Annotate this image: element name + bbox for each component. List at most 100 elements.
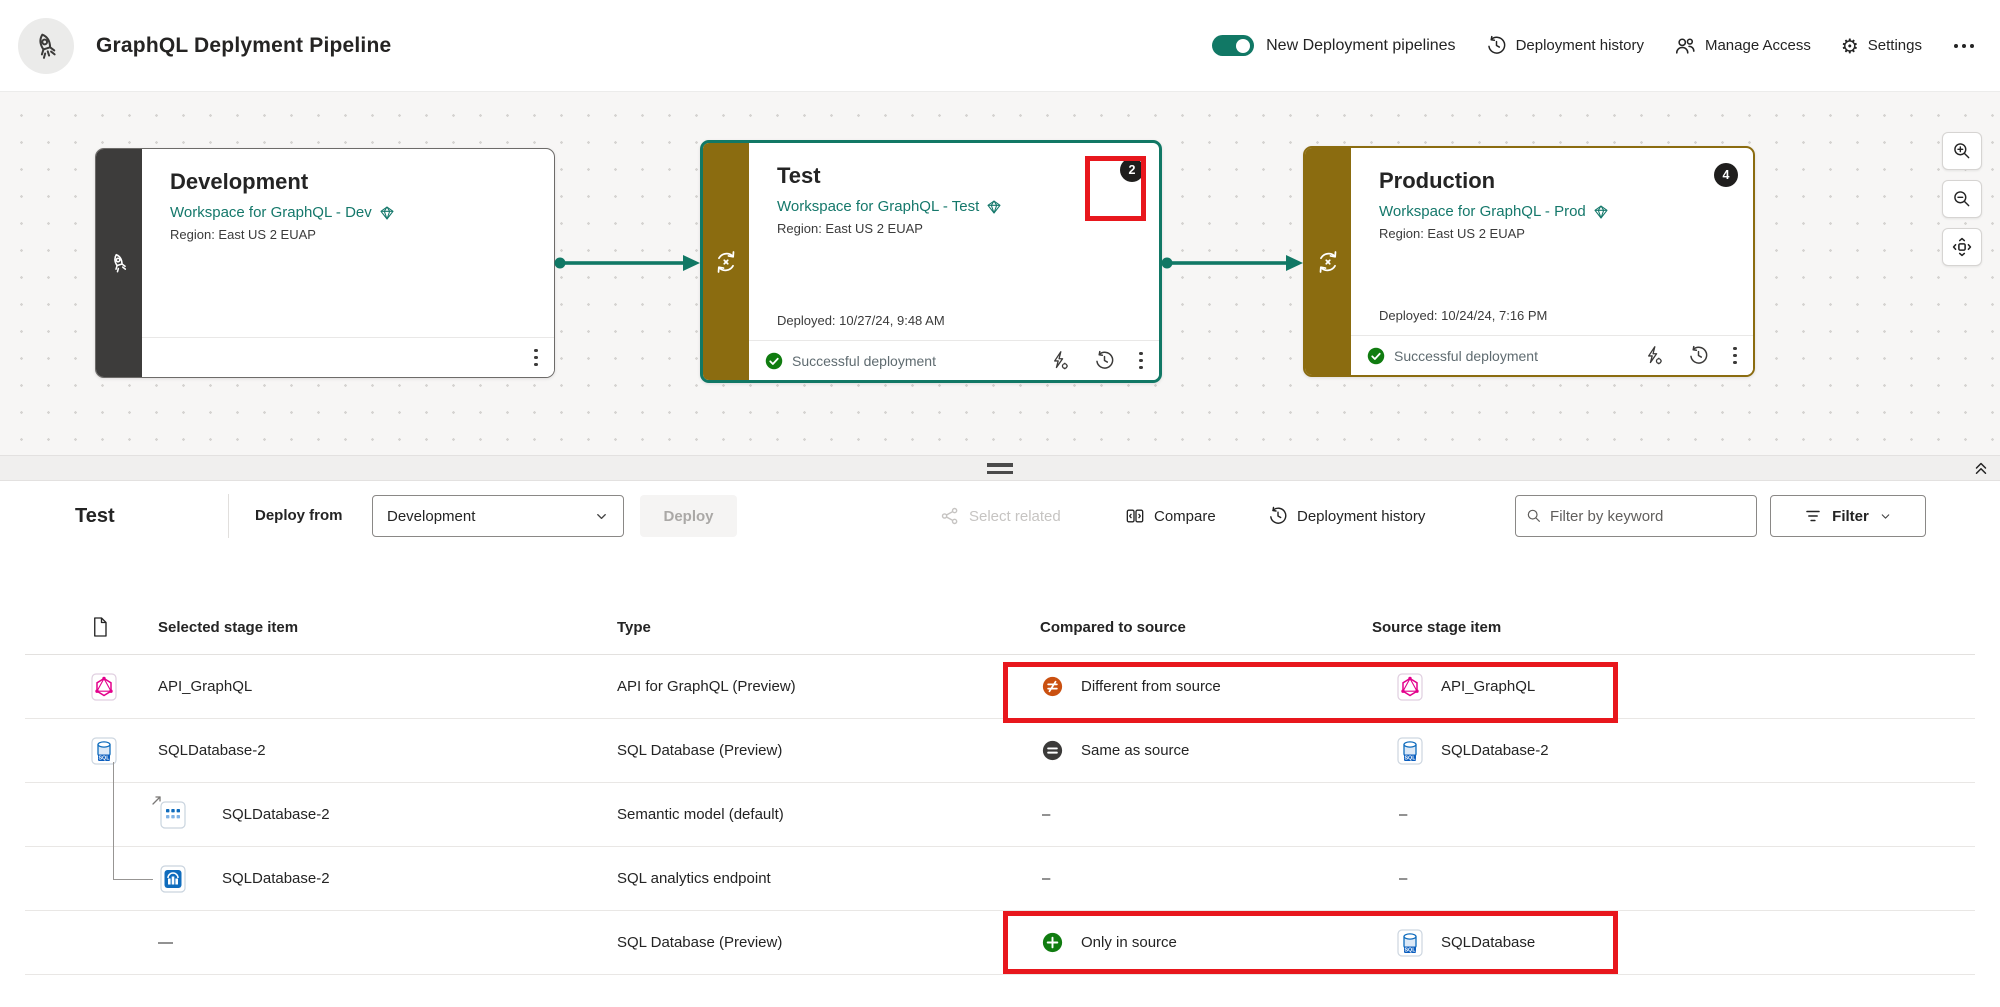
table-row[interactable]: SQLDatabase-2 Semantic model (default) –… [25,783,1975,847]
toolbar-divider [228,494,229,538]
compare-icon [1125,506,1145,526]
cell-item-type: SQL analytics endpoint [617,870,1040,887]
deploy-button[interactable]: Deploy [640,495,737,537]
cell-item-type: SQL Database (Preview) [617,742,1040,759]
cell-item-name: SQLDatabase-2 [222,806,330,823]
cell-compare-status: – [1042,806,1050,823]
cell-compare-status: Same as source [1081,742,1189,759]
deployment-status: Successful deployment [1367,347,1538,365]
stage-accent-strip [1305,148,1351,375]
deploy-from-label: Deploy from [255,495,343,537]
graphql-item-icon [91,673,117,701]
cell-item-name: SQLDatabase-2 [222,870,330,887]
deployment-pipeline-app: GraphQL Deplyment Pipeline New Deploymen… [0,0,2000,1007]
stage-card-production[interactable]: Production 4 Workspace for GraphQL - Pro… [1303,146,1755,377]
stage-more-button[interactable] [1139,359,1143,363]
more-horizontal-icon [1962,44,1966,48]
workspace-link-label: Workspace for GraphQL - Prod [1379,203,1586,220]
table-header-row: Selected stage item Type Compared to sou… [25,600,1975,655]
deployment-rules-button[interactable] [1049,350,1070,371]
deployment-rules-button[interactable] [1643,345,1664,366]
stage-card-test[interactable]: Test 2 Workspace for GraphQL - Test Regi… [700,140,1162,383]
rocket-icon [27,27,65,65]
workspace-link[interactable]: Workspace for GraphQL - Prod [1379,203,1609,220]
stage-region: Region: East US 2 EUAP [1379,226,1735,241]
more-vertical-icon [534,356,538,360]
cell-item-type: API for GraphQL (Preview) [617,678,1040,695]
search-icon [1526,507,1542,525]
svg-text:SQL: SQL [1404,947,1416,953]
stage-more-button[interactable] [534,356,538,360]
col-selected-stage-item: Selected stage item [158,619,617,636]
table-row[interactable]: — SQL Database (Preview) Only in source … [25,911,1975,975]
cell-source-item: – [1399,806,1407,823]
sync-stage-icon [713,249,739,275]
more-options-button[interactable] [1952,44,1976,48]
stage-item-count-badge: 2 [1120,158,1144,182]
stage-item-count-badge: 4 [1714,163,1738,187]
cell-source-item: – [1399,870,1407,887]
deployed-timestamp: Deployed: 10/27/24, 9:48 AM [777,313,945,328]
select-related-button[interactable]: Select related [940,495,1061,537]
stage-history-button[interactable] [1688,345,1709,366]
workspace-link[interactable]: Workspace for GraphQL - Test [777,198,1002,215]
manage-access-button[interactable]: Manage Access [1674,35,1811,57]
deploy-from-dropdown[interactable]: Development [372,495,624,537]
cell-source-item: SQLDatabase-2 [1441,742,1549,759]
zoom-out-icon [1952,189,1972,209]
compare-button[interactable]: Compare [1125,495,1216,537]
zoom-in-button[interactable] [1942,132,1982,170]
stage-items-table: Selected stage item Type Compared to sou… [25,600,1975,975]
cell-item-name: API_GraphQL [158,678,617,695]
history-icon [1688,345,1709,366]
stage-history-button[interactable] [1094,350,1115,371]
share-icon [940,506,960,526]
deployment-rules-icon [1049,350,1070,371]
chevron-down-icon [594,509,609,524]
workspace-diamond-icon [379,205,395,221]
filter-button[interactable]: Filter [1770,495,1926,537]
sql-item-icon: SQL [1397,737,1423,765]
settings-label: Settings [1868,37,1922,54]
filter-keyword-input[interactable] [1550,508,1746,525]
check-circle-icon [765,352,783,370]
splitter-drag-handle[interactable] [987,463,1013,478]
cell-compare-status: – [1042,870,1050,887]
stage-card-development[interactable]: Development Workspace for GraphQL - Dev … [95,148,555,378]
col-compared-to-source: Compared to source [1040,619,1372,636]
manage-access-label: Manage Access [1705,37,1811,54]
pane-deployment-history-button[interactable]: Deployment history [1268,495,1425,537]
check-circle-icon [1367,347,1385,365]
pipeline-arrow [1160,253,1304,273]
stage-more-button[interactable] [1733,354,1737,358]
svg-text:SQL: SQL [1404,755,1416,761]
cell-item-name: SQLDatabase-2 [158,742,617,759]
fit-view-icon [1951,236,1973,258]
new-pipelines-toggle[interactable] [1212,35,1254,56]
different-icon [1042,676,1063,697]
deployment-history-button[interactable]: Deployment history [1486,35,1644,56]
toggle-knob [1236,39,1250,53]
stage-content-pane: Test Deploy from Development Deploy Sele… [0,481,2000,1007]
page-title: GraphQL Deplyment Pipeline [96,34,391,58]
cell-compare-status: Only in source [1081,934,1177,951]
fit-view-button[interactable] [1942,228,1982,266]
workspace-link-label: Workspace for GraphQL - Dev [170,204,372,221]
sync-stage-icon [1315,249,1341,275]
zoom-out-button[interactable] [1942,180,1982,218]
svg-text:SQL: SQL [98,755,110,761]
deployment-history-label: Deployment history [1516,37,1644,54]
table-row[interactable]: API_GraphQL API for GraphQL (Preview) Di… [25,655,1975,719]
workspace-diamond-icon [986,199,1002,215]
settings-button[interactable]: ⚙ Settings [1841,36,1922,56]
deployment-status-label: Successful deployment [792,353,936,369]
history-icon [1094,350,1115,371]
pane-deployment-history-label: Deployment history [1297,508,1425,525]
pipeline-arrow [553,253,701,273]
tree-connector-vertical [113,762,114,879]
stage-accent-strip [96,149,142,377]
workspace-link[interactable]: Workspace for GraphQL - Dev [170,204,395,221]
table-row[interactable]: SQLDatabase-2 SQL analytics endpoint – – [25,847,1975,911]
collapse-panel-button[interactable] [1972,458,1990,481]
table-row[interactable]: SQL SQLDatabase-2 SQL Database (Preview)… [25,719,1975,783]
